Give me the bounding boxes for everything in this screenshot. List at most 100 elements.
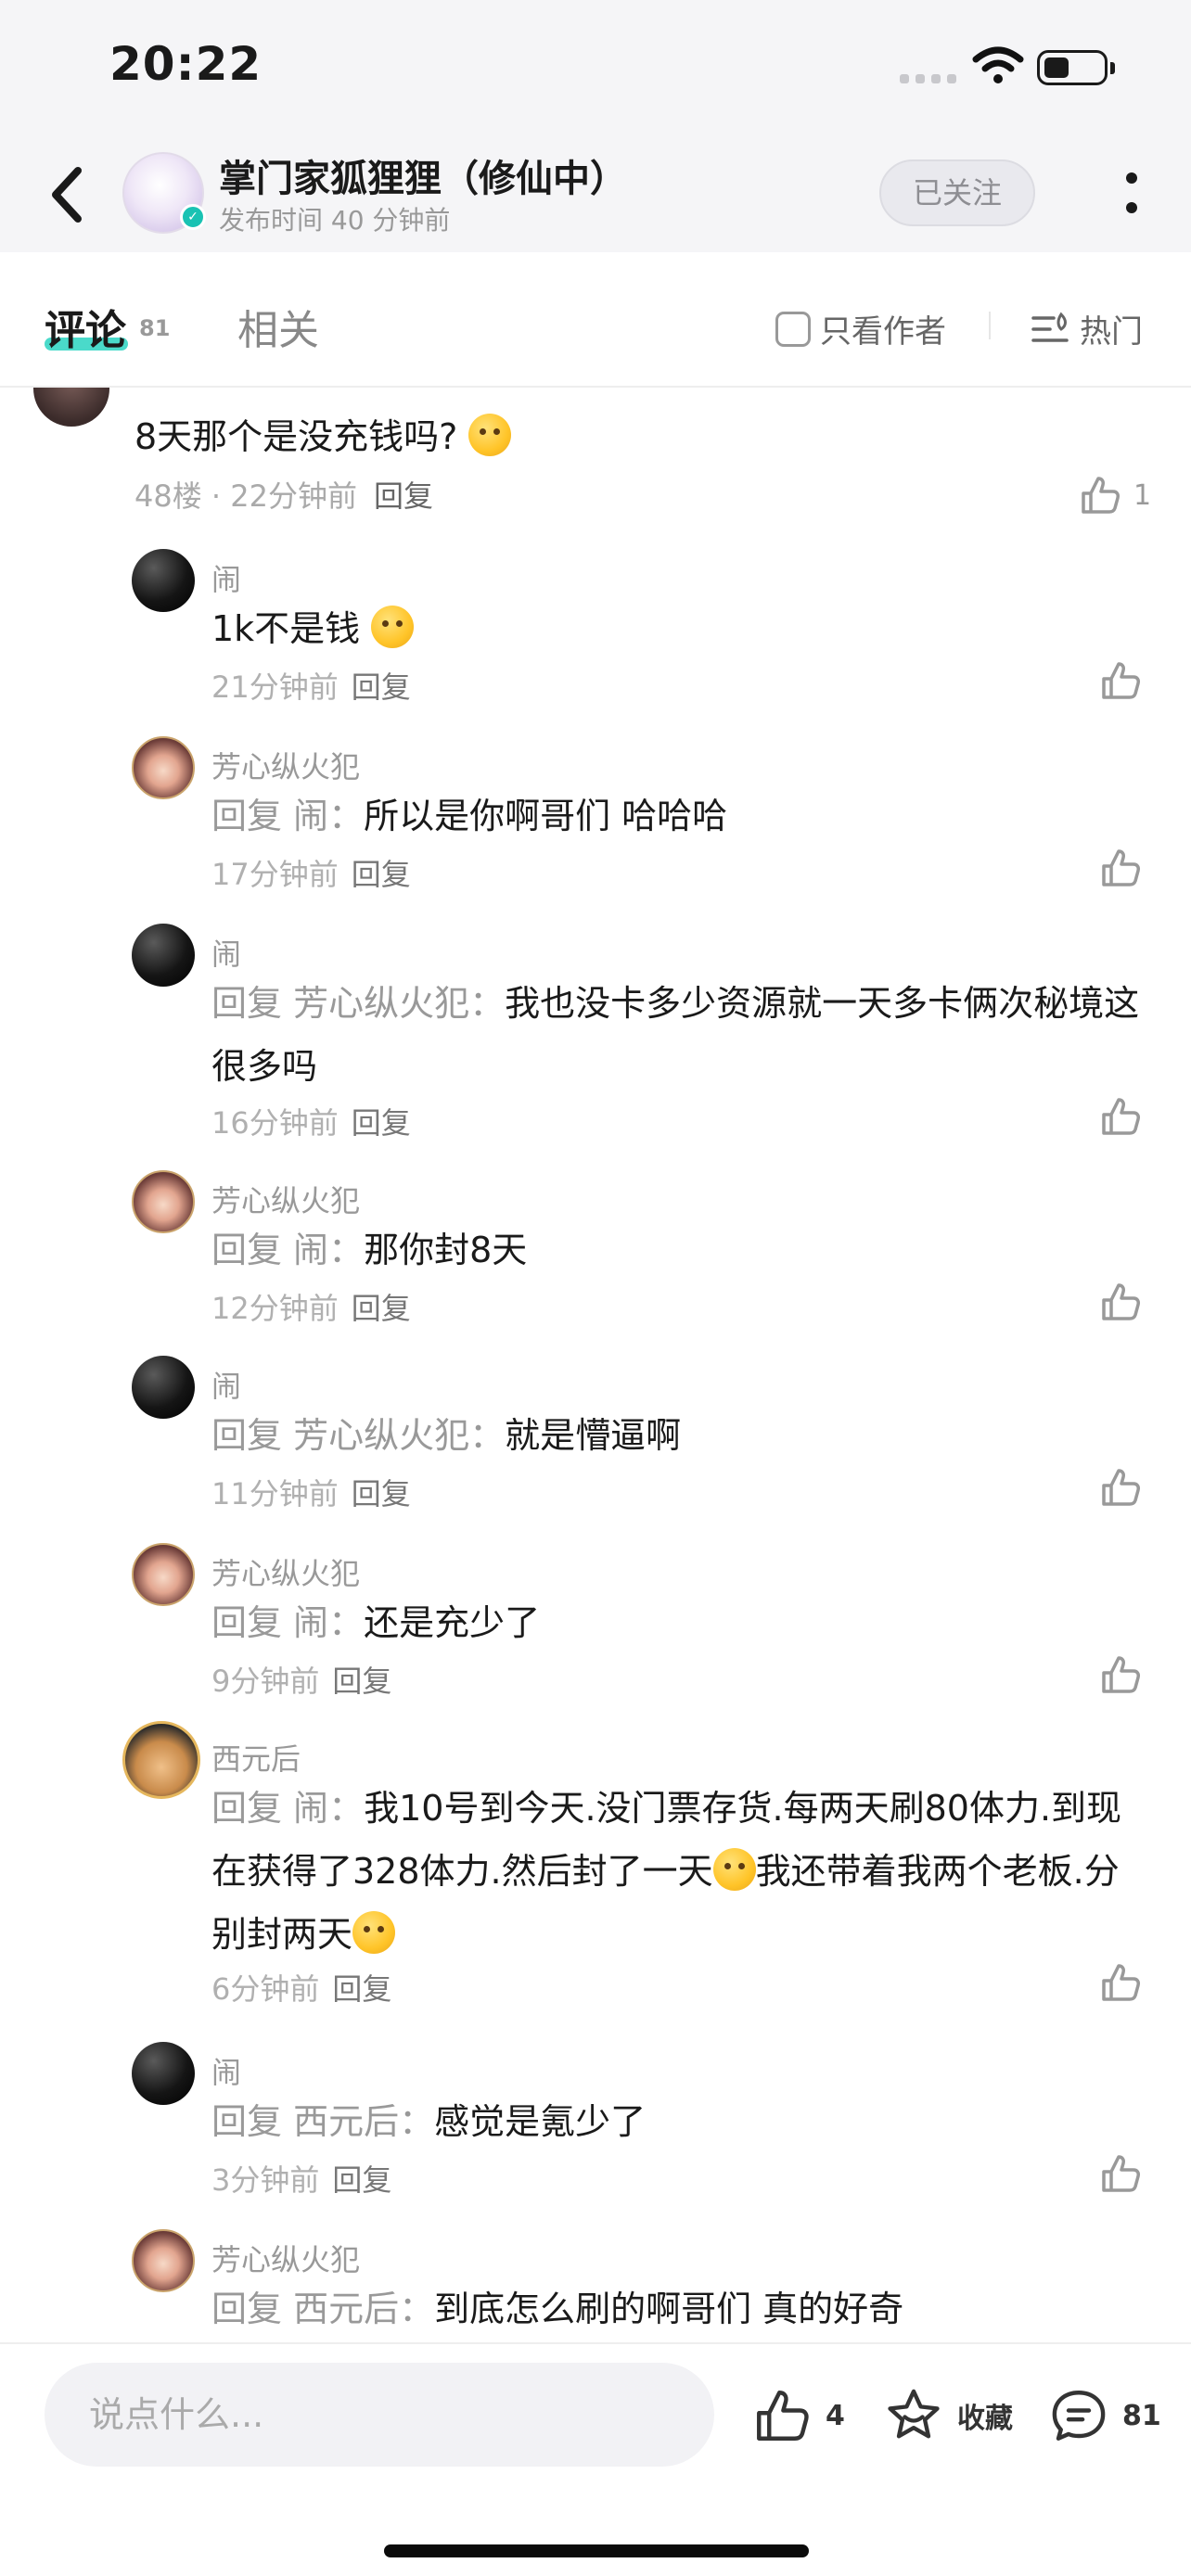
back-button[interactable] <box>41 159 96 230</box>
reply-text-content: 感觉是氪少了 <box>434 2101 647 2142</box>
comment-button[interactable]: 81 <box>1048 2385 1161 2446</box>
thumbs-up-icon <box>1082 477 1120 514</box>
reply-time: 21分钟前 <box>211 670 339 705</box>
reply-text: 回复 闹：那你封8天 <box>211 1218 1148 1282</box>
sort-toggle[interactable]: 热门 <box>1030 306 1143 351</box>
reply-text-content: 还是充少了 <box>364 1602 541 1643</box>
commenter-avatar[interactable] <box>33 388 109 427</box>
reply-time: 12分钟前 <box>211 1291 339 1326</box>
wifi-icon <box>972 46 1024 83</box>
thumbs-up-icon[interactable] <box>1098 1652 1143 1697</box>
reply-text: 回复 闹：我10号到今天.没门票存货.每两天刷80体力.到现在获得了328体力.… <box>211 1777 1148 1966</box>
user-avatar[interactable] <box>132 549 195 612</box>
comment-input[interactable]: 说点什么... <box>45 2363 714 2467</box>
reply-prefix: 回复 芳心纵火犯： <box>211 1415 506 1456</box>
reply-meta: 12分钟前 回复 <box>211 1285 411 1328</box>
reply-link[interactable]: 回复 <box>332 1971 391 2007</box>
sort-icon <box>1031 312 1069 342</box>
thumbs-up-icon[interactable] <box>1098 2151 1143 2196</box>
reply-text-content: 那你封8天 <box>364 1230 528 1270</box>
only-author-filter[interactable]: 只看作者 <box>775 306 946 351</box>
reply-link[interactable]: 回复 <box>332 1664 391 1699</box>
status-bar: 20:22 <box>0 0 1191 139</box>
divider <box>989 312 991 339</box>
reply-username[interactable]: 闹 <box>211 1363 241 1406</box>
user-avatar[interactable] <box>132 1356 195 1419</box>
user-avatar[interactable] <box>132 2042 195 2105</box>
reply-prefix: 回复 闹： <box>211 796 365 836</box>
more-options-icon[interactable] <box>1113 167 1150 223</box>
battery-icon <box>1037 50 1115 85</box>
reply-username[interactable]: 芳心纵火犯 <box>211 744 360 786</box>
reply-link[interactable]: 回复 <box>352 1476 411 1511</box>
comment-meta: 48楼 · 22分钟前 回复 <box>134 473 433 516</box>
thumbs-up-icon[interactable] <box>1098 1280 1143 1324</box>
reply-link[interactable]: 回复 <box>352 1291 411 1326</box>
author-avatar[interactable]: ✓ <box>122 152 206 234</box>
reply-username[interactable]: 闹 <box>211 931 241 974</box>
verified-icon: ✓ <box>180 204 206 230</box>
comment-text: 8天那个是没充钱吗? <box>134 408 512 459</box>
reply-time: 17分钟前 <box>211 857 339 892</box>
collect-button[interactable]: 收藏 <box>883 2385 1013 2446</box>
user-avatar[interactable] <box>122 1721 200 1799</box>
tab-related[interactable]: 相关 <box>237 297 319 356</box>
user-avatar[interactable] <box>132 924 195 987</box>
checkbox-icon[interactable] <box>775 311 811 347</box>
reply-meta: 16分钟前 回复 <box>211 1100 411 1142</box>
thumbs-up-icon[interactable] <box>1098 846 1143 890</box>
thumbs-up-icon[interactable] <box>1098 1960 1143 2005</box>
like-count: 4 <box>826 2399 845 2432</box>
reply-username[interactable]: 闹 <box>211 2049 241 2092</box>
reply-text: 回复 西元后：到底怎么刷的啊哥们 真的好奇 <box>211 2277 1148 2340</box>
top-area: 20:22 ✓ 掌门家狐狸狸（修仙中） 发布时间 40 分钟前 已关注 <box>0 0 1191 252</box>
like-count: 1 <box>1133 478 1152 512</box>
user-avatar[interactable] <box>132 736 195 799</box>
publish-time: 发布时间 40 分钟前 <box>219 205 451 236</box>
home-indicator <box>384 2544 809 2557</box>
reply-prefix: 回复 西元后： <box>211 2101 435 2142</box>
user-avatar[interactable] <box>132 1543 195 1606</box>
comments-count: 81 <box>139 315 171 341</box>
thumbs-up-icon[interactable] <box>1098 658 1143 703</box>
reply-link[interactable]: 回复 <box>352 857 411 892</box>
reply-username[interactable]: 芳心纵火犯 <box>211 1550 360 1593</box>
reply-link[interactable]: 回复 <box>352 670 411 705</box>
reply-link[interactable]: 回复 <box>332 2162 391 2198</box>
star-icon <box>888 2389 940 2439</box>
sort-label: 热门 <box>1080 313 1143 351</box>
user-avatar[interactable] <box>132 2229 195 2292</box>
reply-meta: 6分钟前 回复 <box>211 1966 391 2009</box>
reply-text-content: 到底怎么刷的啊哥们 真的好奇 <box>434 2289 904 2329</box>
reply-link[interactable]: 回复 <box>352 1105 411 1141</box>
like-button[interactable]: 4 <box>751 2385 845 2446</box>
reply-prefix: 回复 闹： <box>211 1788 365 1829</box>
sneeze-emoji-icon <box>352 1911 396 1954</box>
author-name[interactable]: 掌门家狐狸狸（修仙中） <box>219 148 627 202</box>
sneeze-emoji-icon <box>712 1848 756 1891</box>
tab-bar: 评论 81 相关 只看作者 热门 <box>0 252 1191 388</box>
comment-like-button[interactable]: 1 <box>1078 473 1151 517</box>
reply-time: 11分钟前 <box>211 1476 339 1511</box>
thumbs-up-icon[interactable] <box>1098 1465 1143 1510</box>
follow-button[interactable]: 已关注 <box>879 159 1035 226</box>
navigation-bar: ✓ 掌门家狐狸狸（修仙中） 发布时间 40 分钟前 已关注 <box>0 139 1191 252</box>
reply-username[interactable]: 西元后 <box>211 1736 301 1779</box>
thumbs-up-icon[interactable] <box>1098 1094 1143 1139</box>
reply-username[interactable]: 芳心纵火犯 <box>211 1178 360 1220</box>
comment-list[interactable]: 8天那个是没充钱吗? 48楼 · 22分钟前 回复 1 闹 1k不是钱 21分钟前… <box>0 388 1191 2342</box>
reply-text: 回复 闹：还是充少了 <box>211 1591 1148 1654</box>
status-time: 20:22 <box>109 37 263 91</box>
reply-link[interactable]: 回复 <box>374 478 433 514</box>
reply-time: 6分钟前 <box>211 1971 320 2007</box>
reply-text: 回复 西元后：感觉是氪少了 <box>211 2090 1148 2153</box>
tab-comments[interactable]: 评论 <box>45 297 126 356</box>
comment-text-content: 8天那个是没充钱吗? <box>134 416 458 457</box>
reply-username[interactable]: 闹 <box>211 556 241 599</box>
grinning-emoji-icon <box>371 606 415 648</box>
reply-text: 1k不是钱 <box>211 597 1148 660</box>
user-avatar[interactable] <box>132 1170 195 1233</box>
reply-time: 9分钟前 <box>211 1664 320 1699</box>
reply-username[interactable]: 芳心纵火犯 <box>211 2237 360 2279</box>
bottom-bar: 说点什么... 4 收藏 81 <box>0 2342 1191 2576</box>
